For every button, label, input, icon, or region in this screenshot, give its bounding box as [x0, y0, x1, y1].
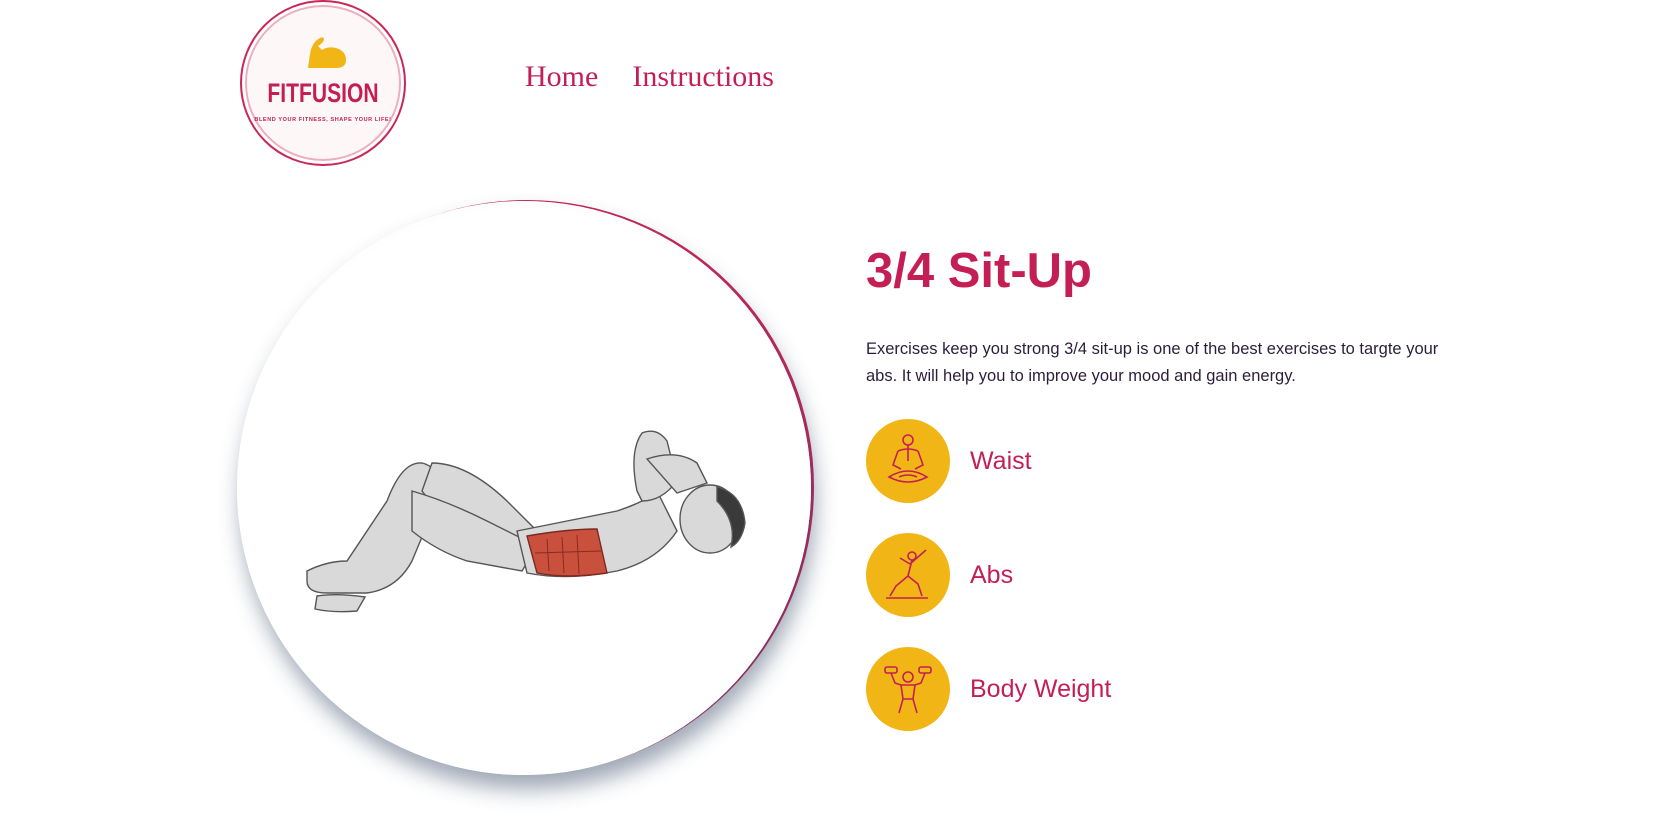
tag-body-weight-label: Body Weight [970, 674, 1112, 703]
sit-up-illustration [306, 430, 746, 613]
tag-waist: Waist [866, 419, 1111, 503]
tag-abs: Abs [866, 533, 1111, 617]
nav-instructions-link[interactable]: Instructions [632, 60, 774, 94]
main-nav: Home Instructions [525, 60, 774, 94]
flexed-arm-icon [308, 37, 346, 68]
tag-abs-label: Abs [970, 560, 1014, 589]
logo-brand-text: FITFUSION [267, 78, 379, 108]
nav-home-link[interactable]: Home [525, 60, 598, 94]
exercise-description: Exercises keep you strong 3/4 sit-up is … [866, 340, 1439, 385]
exercise-tags: Waist Abs Body Weight [866, 419, 1111, 761]
exercise-title: 3/4 Sit-Up [866, 244, 1092, 298]
dumbbell-lifter-icon [866, 647, 950, 731]
exercise-image-circle [237, 201, 811, 775]
logo-tagline: BLEND YOUR FITNESS, SHAPE YOUR LIFE! [254, 117, 392, 123]
tag-waist-label: Waist [970, 446, 1032, 475]
tag-body-weight: Body Weight [866, 647, 1111, 731]
lunge-pose-icon [866, 533, 950, 617]
fitfusion-logo[interactable]: FITFUSION BLEND YOUR FITNESS, SHAPE YOUR… [240, 0, 406, 166]
meditation-pose-icon [866, 419, 950, 503]
